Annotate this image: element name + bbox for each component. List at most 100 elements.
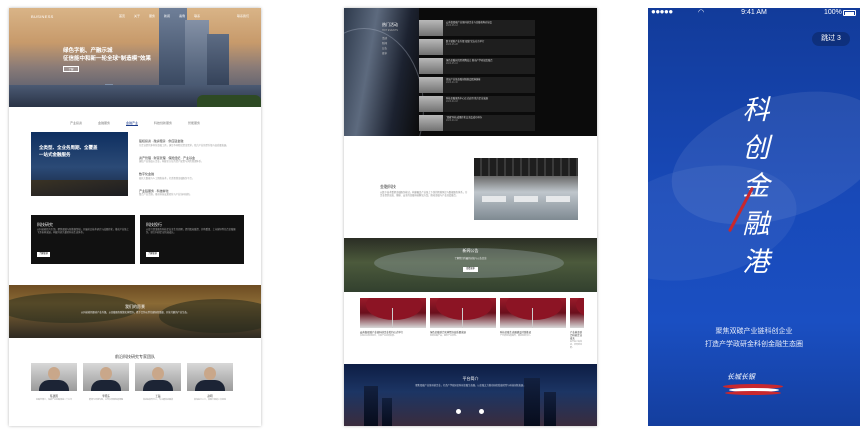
list-item-desc: 整合产业资源，推动科技成果转化与产业协同创新。 bbox=[139, 194, 192, 196]
contact-link[interactable]: 联系我们 bbox=[237, 14, 249, 18]
article-title: 科技金融生态圈建设持续推进 bbox=[500, 331, 532, 334]
menu-item[interactable]: 更多 bbox=[382, 51, 387, 56]
trees bbox=[197, 95, 261, 107]
nav-item[interactable]: 关于 bbox=[134, 14, 140, 18]
calligraphy-char: 金 bbox=[742, 171, 770, 202]
nav-item[interactable]: 联系 bbox=[194, 14, 200, 18]
list-item[interactable]: 数字化金融 依托大数据与人工智能技术，打造智慧金融服务平台。 bbox=[139, 172, 254, 181]
news-item[interactable]: 科技金融服务中心正式启用 助力企业发展 2023-04-18 bbox=[419, 96, 535, 112]
website-news-page-screenshot: 热门活动 HOT EVENTS 活动 新闻 公告 更多 云南省双碳产业链科创企业… bbox=[344, 8, 597, 426]
article-card[interactable]: 云南省双碳产业链科创企业签约仪式举行 多家企业现场签约，共促产业协同发展。 bbox=[360, 298, 426, 349]
article-desc: 产学研用深度融合，释放创新活力。 bbox=[500, 335, 533, 337]
article-card[interactable]: 科技金融生态圈建设持续推进 产学研用深度融合，释放创新活力。 bbox=[500, 298, 566, 349]
news-item[interactable]: 绿色金融研究院揭牌成立 推动产学研深度融合 2023-05-16 bbox=[419, 58, 535, 74]
hero-subtitle: 征信能中和新一轮全球“制造模”效果 bbox=[63, 56, 152, 62]
tab-financial-service[interactable]: 金融服务 bbox=[98, 121, 110, 126]
fintech-desc: 以数字技术重塑金融服务模式，构建覆盖产业链上下游的智能风控与数据服务体系，为企业… bbox=[380, 192, 468, 198]
calligraphy-title: 科 创 金 融 港 bbox=[722, 92, 790, 282]
card-button[interactable]: 了解更多 bbox=[37, 252, 50, 257]
building bbox=[364, 386, 378, 426]
list-item[interactable]: 股权投资 · 融资租赁 · 供应链金融 为企业提供多样化金融工具，满足不同阶段资… bbox=[139, 139, 254, 148]
hero-title: 绿色字能、产融示城 bbox=[63, 48, 113, 54]
team-member[interactable]: 王磊 科技投资合伙人，专注硬科技赛道 bbox=[135, 363, 181, 402]
member-desc: 资深投行人士，具备丰富的上市经验 bbox=[193, 399, 226, 401]
skip-button[interactable]: 跳过 3 bbox=[812, 32, 850, 46]
desk bbox=[482, 196, 506, 202]
avatar bbox=[31, 363, 77, 391]
tab-industry-investment[interactable]: 产业投资 bbox=[70, 121, 82, 126]
news-date: 2023-05-16 bbox=[446, 63, 458, 66]
member-name: 王磊 bbox=[155, 395, 161, 398]
article-title: 云南省双碳产业链科创企业签约仪式举行 bbox=[360, 331, 404, 334]
tab-smart-service[interactable]: 智能服务 bbox=[188, 121, 200, 126]
list-item-title: 资产管理 · 财富管理 · 保险经纪 · 产业基金 bbox=[139, 155, 195, 160]
article-image bbox=[360, 298, 426, 328]
hot-events-subtitle: HOT EVENTS bbox=[382, 29, 398, 32]
news-date: 2023-04-02 bbox=[446, 120, 458, 123]
brand-name: 长城长银 bbox=[727, 373, 755, 381]
article-list: 云南省双碳产业链科创企业签约仪式举行 多家企业现场签约，共促产业协同发展。 绿色… bbox=[360, 298, 584, 349]
article-image bbox=[430, 298, 496, 328]
vision-title: 我们的愿景 bbox=[125, 304, 145, 309]
calligraphy-char: 港 bbox=[742, 247, 770, 278]
member-desc: 能源与环境专家，主导多项国家级课题 bbox=[88, 399, 123, 401]
building bbox=[382, 398, 392, 426]
card-button[interactable]: 了解更多 bbox=[146, 252, 159, 257]
desk bbox=[514, 196, 538, 202]
news-item[interactable]: 云南省双碳产业链科创企业与金融机构对接会 2023-06-12 bbox=[419, 20, 535, 36]
website-homepage-screenshot: BUSINESS 首页 关于 服务 新闻 案例 联系 联系我们 绿色字能、产融示… bbox=[9, 8, 261, 426]
announcement-title: 新闻公告 bbox=[462, 248, 479, 253]
news-thumbnail bbox=[419, 96, 443, 112]
member-name: 陈建国 bbox=[50, 395, 58, 398]
nav-item[interactable]: 首页 bbox=[119, 14, 125, 18]
hero-button[interactable]: 了解 bbox=[63, 66, 79, 72]
member-name: 赵明 bbox=[207, 395, 213, 398]
team-member[interactable]: 李晓东 能源与环境专家，主导多项国家级课题 bbox=[83, 363, 129, 402]
brand-logo: 长城长银 bbox=[723, 372, 785, 398]
tab-tech-innovation[interactable]: 科技创新服务 bbox=[154, 121, 172, 126]
nav-item[interactable]: 服务 bbox=[149, 14, 155, 18]
service-tabs: 产业投资 金融服务 金融产业 科技创新服务 智能服务 bbox=[9, 121, 261, 126]
news-item[interactable]: 首届产业链金融创新峰会圆满落幕 2023-04-30 bbox=[419, 77, 535, 93]
news-item[interactable]: 数字赋能产业升级“双碳”论坛在京举行 2023-05-28 bbox=[419, 39, 535, 55]
site-logo[interactable]: BUSINESS bbox=[31, 14, 54, 19]
list-item[interactable]: 资产管理 · 财富管理 · 保险经纪 · 产业基金 围绕产业链核心企业，构建全方… bbox=[139, 156, 254, 165]
article-title: 绿色金融助力实体经济高质量发展 bbox=[430, 331, 466, 334]
article-card[interactable]: 产业基金助力科创企业成长 投早投小投科技，培育新动能。 bbox=[570, 298, 584, 349]
article-desc: 创新金融产品，服务产业转型。 bbox=[430, 335, 459, 337]
hot-events-title: 热门活动 bbox=[382, 22, 398, 27]
team-member[interactable]: 赵明 资深投行人士，具备丰富的上市经验 bbox=[187, 363, 233, 402]
platform-intro-section bbox=[344, 364, 597, 426]
news-thumbnail bbox=[419, 77, 443, 93]
news-thumbnail bbox=[419, 20, 443, 36]
article-card[interactable]: 绿色金融助力实体经济高质量发展 创新金融产品，服务产业转型。 bbox=[430, 298, 496, 349]
list-item-desc: 围绕产业链核心企业，构建全方位的资产配置与风险管理体系。 bbox=[139, 161, 204, 163]
nav-item[interactable]: 案例 bbox=[179, 14, 185, 18]
news-list: 云南省双碳产业链科创企业与金融机构对接会 2023-06-12 数字赋能产业升级“… bbox=[419, 20, 535, 134]
card-desc: 以科技创新为引领，聚焦双碳与新能源领域，开展前沿技术研究与成果转化，推动产业链上… bbox=[37, 229, 129, 235]
wechat-icon[interactable] bbox=[456, 409, 461, 414]
nav-item[interactable]: 新闻 bbox=[164, 14, 170, 18]
battery-icon bbox=[843, 10, 856, 16]
fintech-title: 金融科技 bbox=[380, 184, 396, 189]
list-item-desc: 依托大数据与人工智能技术，打造智慧金融服务平台。 bbox=[139, 177, 195, 180]
platform-intro-title: 平台简介 bbox=[462, 376, 479, 381]
avatar bbox=[135, 363, 181, 391]
tab-financial-industry[interactable]: 金融产业 bbox=[125, 121, 138, 126]
article-desc: 投早投小投科技，培育新动能。 bbox=[570, 341, 583, 349]
card-title: 科技研究 bbox=[37, 222, 53, 227]
news-item[interactable]: “双碳”科技成果转化交流会成功举办 2023-04-02 bbox=[419, 115, 535, 131]
member-name: 李晓东 bbox=[102, 395, 110, 398]
weibo-icon[interactable] bbox=[479, 409, 484, 414]
mobile-splash-screen: ●●●●● ◠ 9:41 AM 100% 跳过 3 科 创 金 融 港 聚焦双碳… bbox=[648, 8, 860, 426]
main-nav: 首页 关于 服务 新闻 案例 联系 bbox=[119, 14, 200, 18]
team-member[interactable]: 陈建国 金融学博士，深耕产业金融领域二十余年 bbox=[31, 363, 77, 402]
article-desc: 多家企业现场签约，共促产业协同发展。 bbox=[360, 335, 397, 337]
team-list: 陈建国 金融学博士，深耕产业金融领域二十余年 李晓东 能源与环境专家，主导多项国… bbox=[31, 363, 233, 402]
news-date: 2023-05-28 bbox=[446, 44, 458, 47]
list-item[interactable]: 产业链服务 · 科技孵化 整合产业资源，推动科技成果转化与产业协同创新。 bbox=[139, 189, 254, 198]
view-more-button[interactable]: 查看更多 bbox=[463, 267, 478, 272]
brand-wave bbox=[725, 391, 781, 395]
tech-investment-card: 科技投行 以投行思维服务科技企业全生命周期，提供股权融资、并购重组、上市辅导等综… bbox=[140, 215, 244, 264]
article-title: 产业基金助力科创企业成长 bbox=[570, 331, 582, 340]
